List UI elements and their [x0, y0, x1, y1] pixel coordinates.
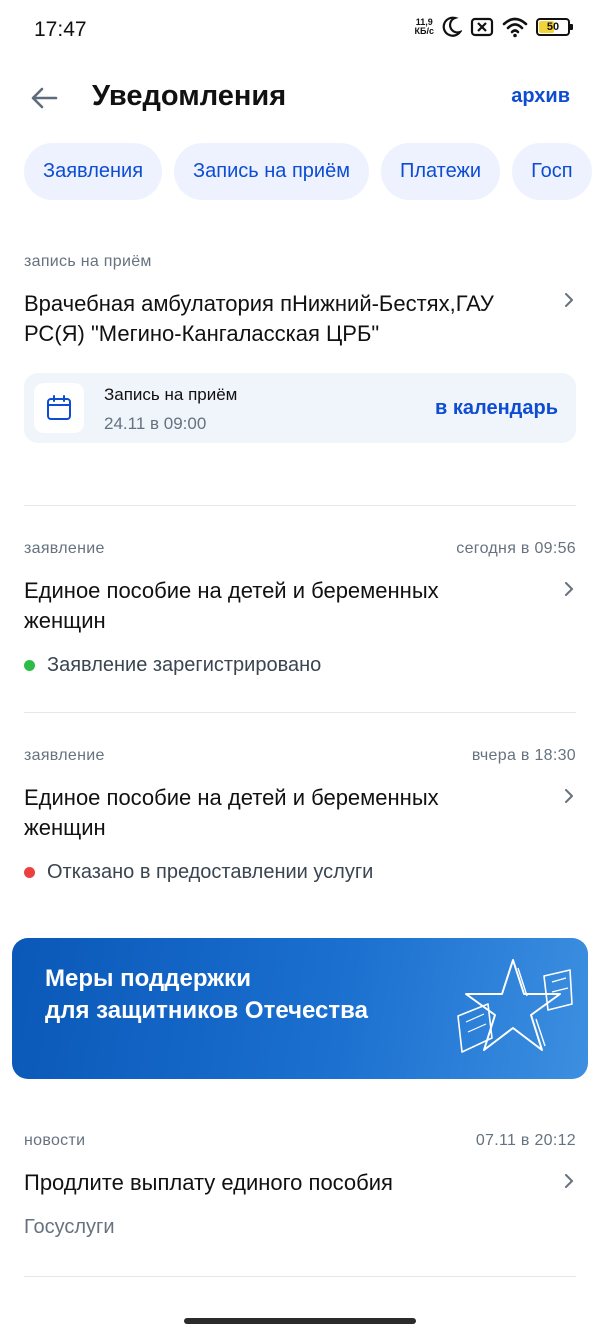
status-dot-green [24, 660, 35, 671]
status-dot-red [24, 867, 35, 878]
notification-time: вчера в 18:30 [471, 747, 576, 764]
promo-banner[interactable]: Меры поддержки для защитников Отечества [12, 938, 588, 1079]
appointment-card: Запись на приём 24.11 в 09:00 в календар… [24, 373, 576, 443]
notification-meta: запись на приём [24, 253, 576, 271]
status-bar: 17:47 11,9 КБ/с 50 [0, 0, 600, 62]
filter-chips: Заявления Запись на приём Платежи Госп [24, 143, 592, 200]
arrow-left-icon [31, 87, 58, 109]
notification-meta: заявление вчера в 18:30 [24, 747, 576, 765]
moon-icon [442, 16, 462, 37]
notification-item[interactable]: новости 07.11 в 20:12 Продлите выплату е… [24, 1132, 576, 1239]
chevron-right-icon [565, 293, 573, 307]
notification-title: Единое пособие на детей и беременных жен… [24, 578, 439, 633]
no-sim-icon [470, 17, 494, 37]
notification-category: заявление [24, 540, 105, 557]
chevron-right-icon [565, 1174, 573, 1188]
calendar-icon [47, 395, 71, 420]
notification-category: запись на приём [24, 253, 152, 270]
notification-source: Госуслуги [24, 1216, 115, 1238]
notification-item[interactable]: заявление сегодня в 09:56 Единое пособие… [24, 540, 576, 677]
page-title: Уведомления [92, 80, 287, 112]
status-text: Заявление зарегистрировано [47, 654, 322, 676]
notification-title: Врачебная амбулатория пНижний-Бестях,ГАУ… [24, 291, 494, 346]
star-icon [457, 959, 573, 1053]
status-line: Отказано в предоставлении услуги [24, 861, 576, 884]
notification-item[interactable]: заявление вчера в 18:30 Единое пособие н… [24, 747, 576, 884]
promo-line-1: Меры поддержки [45, 965, 251, 992]
notification-title: Единое пособие на детей и беременных жен… [24, 785, 439, 840]
battery-level: 50 [546, 21, 560, 33]
appointment-label: Запись на приём [104, 385, 238, 404]
battery-icon: 50 [536, 18, 573, 36]
back-button[interactable] [26, 80, 62, 116]
notification-meta: заявление сегодня в 09:56 [24, 540, 576, 558]
notification-title: Продлите выплату единого пособия [24, 1170, 393, 1195]
status-text: Отказано в предоставлении услуги [47, 861, 374, 883]
appointment-date: 24.11 в 09:00 [104, 414, 207, 433]
promo-line-2: для защитников Отечества [45, 997, 368, 1024]
notification-meta: новости 07.11 в 20:12 [24, 1132, 576, 1150]
notification-time: 07.11 в 20:12 [475, 1132, 576, 1149]
divider [24, 1276, 576, 1277]
home-indicator[interactable] [184, 1318, 416, 1324]
status-line: Заявление зарегистрировано [24, 654, 576, 677]
status-icons: 11,9 КБ/с 50 [414, 16, 573, 38]
chip-applications[interactable]: Заявления [24, 143, 163, 200]
calendar-icon-box [34, 383, 84, 433]
notification-category: новости [24, 1132, 86, 1149]
notification-category: заявление [24, 747, 105, 764]
wifi-icon [502, 17, 528, 38]
notification-time: сегодня в 09:56 [456, 540, 576, 557]
chevron-right-icon [565, 582, 573, 596]
status-time: 17:47 [34, 18, 87, 41]
chip-appointments[interactable]: Запись на приём [174, 143, 369, 200]
chip-gov-services[interactable]: Госп [512, 143, 592, 200]
notification-item[interactable]: запись на приём Врачебная амбулатория пН… [24, 253, 576, 443]
add-to-calendar-button[interactable]: в календарь [435, 397, 558, 420]
app-header: Уведомления архив [0, 70, 600, 126]
chip-payments[interactable]: Платежи [380, 143, 501, 200]
divider [24, 712, 576, 713]
archive-link[interactable]: архив [511, 85, 570, 108]
divider [24, 505, 576, 506]
chevron-right-icon [565, 789, 573, 803]
network-speed: 11,9 КБ/с [414, 17, 434, 36]
promo-text: Меры поддержки для защитников Отечества [45, 963, 445, 1027]
